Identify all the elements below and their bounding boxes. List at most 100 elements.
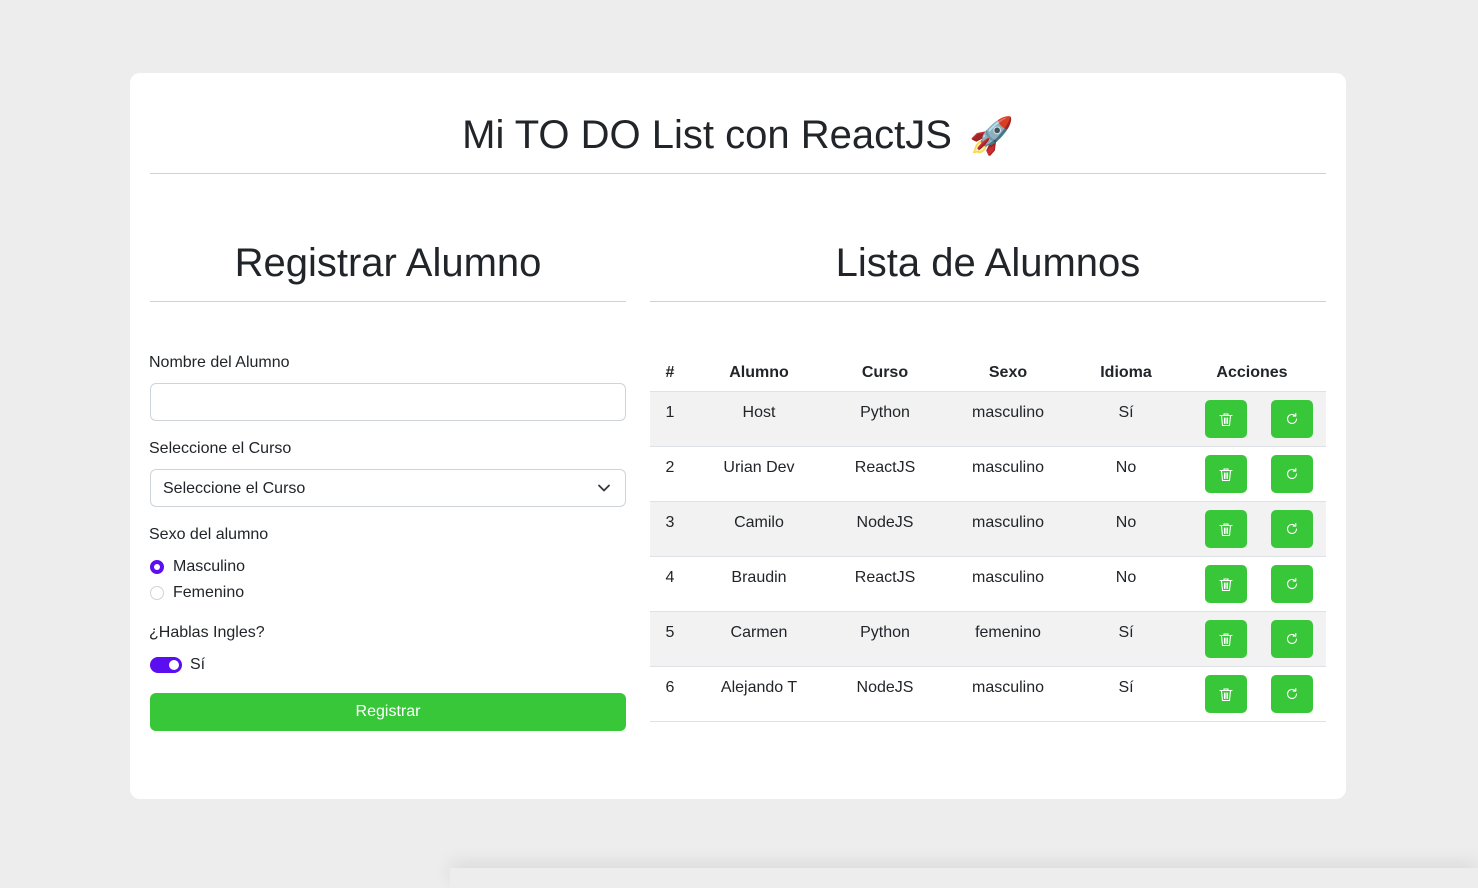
cell-sexo-text: masculino xyxy=(971,459,1045,476)
english-switch-row[interactable]: Sí xyxy=(150,655,205,675)
english-toggle-label: Sí xyxy=(190,656,206,673)
cell-sexo-text: masculino xyxy=(971,514,1045,531)
course-select-value: Seleccione el Curso xyxy=(163,480,306,497)
cell-actions xyxy=(1178,446,1326,502)
sex-label: Sexo del alumno xyxy=(149,526,269,543)
cell-sexo-text: femenino xyxy=(975,624,1041,641)
reset-button[interactable] xyxy=(1271,455,1313,493)
cell-alumno: Braudin xyxy=(690,556,828,612)
col-header-acciones: Acciones xyxy=(1178,355,1326,392)
col-header-sexo: Sexo xyxy=(942,355,1074,392)
cell-alumno-text: Alejando T xyxy=(720,679,798,696)
radio-femenino-circle[interactable] xyxy=(150,586,164,600)
cell-curso: ReactJS xyxy=(828,556,942,612)
cell-sexo: femenino xyxy=(942,611,1074,667)
form-section-title: Registrar Alumno xyxy=(234,241,542,285)
cell-num-text: 5 xyxy=(665,624,675,641)
table-row: 2 Urian Dev ReactJS masculino No xyxy=(650,446,1326,502)
cell-alumno: Carmen xyxy=(690,611,828,667)
student-name-label: Nombre del Alumno xyxy=(149,354,290,371)
cell-num: 5 xyxy=(650,611,690,667)
cell-num: 6 xyxy=(650,666,690,722)
cell-idioma: Sí xyxy=(1074,391,1178,447)
delete-button[interactable] xyxy=(1205,400,1247,438)
cell-idioma-text: No xyxy=(1115,569,1137,586)
reset-button[interactable] xyxy=(1271,620,1313,658)
cell-curso-text: Python xyxy=(860,404,910,421)
reset-button[interactable] xyxy=(1271,675,1313,713)
table-row: 4 Braudin ReactJS masculino No xyxy=(650,556,1326,612)
table-row: 3 Camilo NodeJS masculino No xyxy=(650,501,1326,557)
trash-icon xyxy=(1219,412,1233,432)
cell-alumno-text: Carmen xyxy=(730,624,788,641)
cell-sexo: masculino xyxy=(942,501,1074,557)
cell-alumno: Camilo xyxy=(690,501,828,557)
page-title-text: Mi TO DO List con ReactJS xyxy=(462,113,952,157)
cell-alumno-text: Braudin xyxy=(731,569,787,586)
trash-icon xyxy=(1219,687,1233,707)
refresh-icon xyxy=(1285,522,1299,541)
cell-curso-text: NodeJS xyxy=(856,679,914,696)
cell-sexo-text: masculino xyxy=(971,569,1045,586)
cell-curso: Python xyxy=(828,611,942,667)
students-table: # Alumno Curso Sexo Idioma Acciones 1 Hos… xyxy=(650,355,1326,722)
radio-femenino-label: Femenino xyxy=(173,584,245,601)
cell-idioma-text: Sí xyxy=(1118,679,1134,696)
cell-sexo: masculino xyxy=(942,556,1074,612)
cell-num-text: 2 xyxy=(665,459,675,476)
radio-masculino-circle[interactable] xyxy=(150,560,164,574)
course-label: Seleccione el Curso xyxy=(149,440,292,457)
cell-idioma-text: Sí xyxy=(1118,404,1134,421)
cell-curso-text: Python xyxy=(860,624,910,641)
actions-group xyxy=(1178,447,1326,493)
course-select[interactable]: Seleccione el Curso xyxy=(150,469,626,507)
english-label: ¿Hablas Ingles? xyxy=(149,624,265,641)
actions-group xyxy=(1178,502,1326,548)
rocket-emoji: 🚀 xyxy=(969,115,1014,156)
refresh-icon xyxy=(1285,467,1299,486)
reset-button[interactable] xyxy=(1271,510,1313,548)
delete-button[interactable] xyxy=(1205,565,1247,603)
cell-idioma: No xyxy=(1074,556,1178,612)
radio-masculino-label: Masculino xyxy=(173,558,246,575)
register-button[interactable]: Registrar xyxy=(150,693,626,731)
radio-masculino[interactable]: Masculino xyxy=(150,557,245,577)
trash-icon xyxy=(1219,577,1233,597)
delete-button[interactable] xyxy=(1205,675,1247,713)
trash-icon xyxy=(1219,467,1233,487)
form-divider xyxy=(150,301,626,302)
cell-idioma: No xyxy=(1074,501,1178,557)
delete-button[interactable] xyxy=(1205,510,1247,548)
chevron-down-icon xyxy=(598,484,610,492)
cell-alumno: Urian Dev xyxy=(690,446,828,502)
cell-num: 4 xyxy=(650,556,690,612)
cell-curso: NodeJS xyxy=(828,666,942,722)
cell-actions xyxy=(1178,391,1326,447)
reset-button[interactable] xyxy=(1271,400,1313,438)
cell-alumno-text: Host xyxy=(742,404,776,421)
cell-num-text: 1 xyxy=(665,404,675,421)
reset-button[interactable] xyxy=(1271,565,1313,603)
radio-femenino[interactable]: Femenino xyxy=(150,583,244,603)
col-header-alumno: Alumno xyxy=(690,355,828,392)
cell-sexo: masculino xyxy=(942,666,1074,722)
cell-curso: Python xyxy=(828,391,942,447)
cell-idioma-text: Sí xyxy=(1118,624,1134,641)
cell-idioma: No xyxy=(1074,446,1178,502)
cell-alumno: Host xyxy=(690,391,828,447)
delete-button[interactable] xyxy=(1205,455,1247,493)
cell-num-text: 3 xyxy=(665,514,675,531)
english-toggle[interactable] xyxy=(150,657,182,673)
actions-group xyxy=(1178,392,1326,438)
cell-curso-text: ReactJS xyxy=(854,459,916,476)
page-title: Mi TO DO List con ReactJS 🚀 xyxy=(150,107,1326,164)
col-header-idioma: Idioma xyxy=(1074,355,1178,392)
refresh-icon xyxy=(1285,577,1299,596)
refresh-icon xyxy=(1285,687,1299,706)
delete-button[interactable] xyxy=(1205,620,1247,658)
student-name-input[interactable] xyxy=(150,383,626,421)
table-row: 6 Alejando T NodeJS masculino Sí xyxy=(650,666,1326,722)
table-row: 1 Host Python masculino Sí xyxy=(650,391,1326,447)
cell-actions xyxy=(1178,556,1326,612)
col-header-num: # xyxy=(650,355,690,392)
